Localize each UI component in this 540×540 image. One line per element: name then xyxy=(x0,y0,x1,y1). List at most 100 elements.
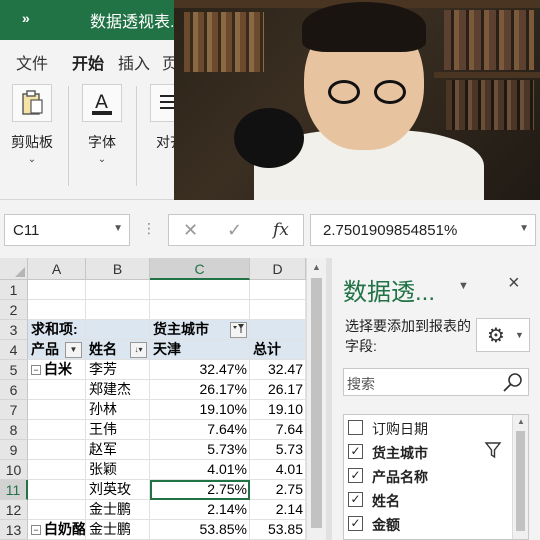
total-cell[interactable]: 53.85 xyxy=(250,520,306,540)
cancel-icon[interactable]: ✕ xyxy=(183,220,198,241)
value-cell[interactable]: 2.14% xyxy=(150,500,250,520)
formula-input[interactable]: 2.7501909854851% ▼ xyxy=(310,214,536,246)
row-header[interactable]: 2 xyxy=(0,300,28,320)
value-cell[interactable]: 53.85% xyxy=(150,520,250,540)
field-item-product-name[interactable]: ✓ 产品名称 xyxy=(348,465,508,487)
field-checkbox[interactable] xyxy=(348,420,363,435)
total-cell[interactable]: 7.64 xyxy=(250,420,306,440)
cell[interactable] xyxy=(86,320,150,340)
cell[interactable] xyxy=(28,480,86,500)
total-cell[interactable]: 2.14 xyxy=(250,500,306,520)
product-group[interactable]: − 白米 xyxy=(28,360,86,380)
cell[interactable] xyxy=(86,300,150,320)
value-cell[interactable]: 4.01% xyxy=(150,460,250,480)
font-group[interactable]: A 字体 ⌄ xyxy=(72,84,132,194)
row-header[interactable]: 8 xyxy=(0,420,28,440)
total-cell[interactable]: 26.17 xyxy=(250,380,306,400)
row-header[interactable]: 6 xyxy=(0,380,28,400)
scroll-thumb[interactable] xyxy=(516,431,525,531)
row-header[interactable]: 1 xyxy=(0,280,28,300)
cell[interactable] xyxy=(150,280,250,300)
field-item-amount[interactable]: ✓ 金额 xyxy=(348,513,508,535)
field-search-input[interactable]: 搜索 xyxy=(343,368,529,396)
tab-file[interactable]: 文件 xyxy=(16,50,48,74)
row-header[interactable]: 9 xyxy=(0,440,28,460)
chevron-down-icon[interactable]: ▼ xyxy=(519,223,529,234)
field-checkbox[interactable]: ✓ xyxy=(348,516,363,531)
pane-options-dropdown-icon[interactable]: ▼ xyxy=(458,280,469,292)
field-checkbox[interactable]: ✓ xyxy=(348,444,363,459)
select-all-button[interactable] xyxy=(0,258,28,280)
chevron-down-icon[interactable]: ▼ xyxy=(113,223,123,234)
scroll-up-icon[interactable]: ▲ xyxy=(312,262,321,272)
cell[interactable] xyxy=(150,300,250,320)
total-cell[interactable]: 4.01 xyxy=(250,460,306,480)
employee-name[interactable]: 李芳 xyxy=(86,360,150,380)
cell[interactable] xyxy=(28,420,86,440)
value-cell[interactable]: 5.73% xyxy=(150,440,250,460)
employee-name[interactable]: 金士鹏 xyxy=(86,520,150,540)
cell[interactable] xyxy=(28,400,86,420)
scroll-up-icon[interactable]: ▲ xyxy=(517,417,525,426)
cell[interactable] xyxy=(28,500,86,520)
field-list-scrollbar[interactable]: ▲ xyxy=(512,415,528,539)
employee-name[interactable]: 张颖 xyxy=(86,460,150,480)
cell[interactable] xyxy=(28,300,86,320)
total-cell[interactable]: 19.10 xyxy=(250,400,306,420)
row-header[interactable]: 13 xyxy=(0,520,28,540)
cell[interactable] xyxy=(28,280,86,300)
employee-name[interactable]: 孙林 xyxy=(86,400,150,420)
row-header[interactable]: 4 xyxy=(0,340,28,360)
enter-icon[interactable]: ✓ xyxy=(227,220,242,241)
field-item-order-date[interactable]: 订购日期 xyxy=(348,417,508,439)
cell[interactable] xyxy=(250,280,306,300)
pivot-row-field-product[interactable]: 产品 ▼ xyxy=(28,340,86,360)
collapse-icon[interactable]: − xyxy=(31,365,41,375)
search-icon[interactable] xyxy=(502,372,524,394)
cell[interactable] xyxy=(250,300,306,320)
cell[interactable] xyxy=(28,440,86,460)
row-header[interactable]: 3 xyxy=(0,320,28,340)
clipboard-group[interactable]: 剪贴板 ⌄ xyxy=(2,84,62,194)
cell[interactable] xyxy=(28,380,86,400)
name-box[interactable]: C11 ▼ xyxy=(4,214,130,246)
column-header-d[interactable]: D xyxy=(250,258,306,280)
total-cell[interactable]: 2.75 xyxy=(250,480,306,500)
column-item[interactable]: 天津 xyxy=(150,340,250,360)
cell[interactable] xyxy=(28,460,86,480)
vertical-scrollbar[interactable]: ▲ xyxy=(306,258,326,540)
field-settings-button[interactable]: ⚙ ▼ xyxy=(476,318,530,352)
tab-home[interactable]: 开始 xyxy=(72,50,105,80)
column-header-b[interactable]: B xyxy=(86,258,150,280)
grand-total-header[interactable]: 总计 xyxy=(250,340,306,360)
employee-name[interactable]: 赵军 xyxy=(86,440,150,460)
row-header[interactable]: 7 xyxy=(0,400,28,420)
pivot-column-field[interactable]: 货主城市 xyxy=(150,320,250,340)
filter-dropdown-icon[interactable] xyxy=(230,322,247,338)
row-header[interactable]: 12 xyxy=(0,500,28,520)
employee-name[interactable]: 刘英玫 xyxy=(86,480,150,500)
row-header[interactable]: 10 xyxy=(0,460,28,480)
field-checkbox[interactable]: ✓ xyxy=(348,492,363,507)
dropdown-icon[interactable]: ▼ xyxy=(65,342,82,358)
pivot-value-label[interactable]: 求和项: xyxy=(28,320,86,340)
value-cell[interactable]: 7.64% xyxy=(150,420,250,440)
insert-function-icon[interactable]: fx xyxy=(273,220,289,240)
column-header-a[interactable]: A xyxy=(28,258,86,280)
value-cell[interactable]: 32.47% xyxy=(150,360,250,380)
pivot-row-field-name[interactable]: 姓名 ↓▾ xyxy=(86,340,150,360)
tab-insert[interactable]: 插入 xyxy=(118,50,150,74)
employee-name[interactable]: 郑建杰 xyxy=(86,380,150,400)
sort-dropdown-icon[interactable]: ↓▾ xyxy=(130,342,147,358)
column-header-c[interactable]: C xyxy=(150,258,250,280)
expand-icon[interactable]: » xyxy=(22,10,30,26)
employee-name[interactable]: 王伟 xyxy=(86,420,150,440)
row-header-selected[interactable]: 11 xyxy=(0,480,28,500)
active-cell[interactable]: 2.75% xyxy=(150,480,250,500)
scroll-thumb[interactable] xyxy=(311,278,322,528)
total-cell[interactable]: 5.73 xyxy=(250,440,306,460)
cell[interactable] xyxy=(86,280,150,300)
total-cell[interactable]: 32.47 xyxy=(250,360,306,380)
product-group[interactable]: − 白奶酪 xyxy=(28,520,86,540)
field-item-name[interactable]: ✓ 姓名 xyxy=(348,489,508,511)
